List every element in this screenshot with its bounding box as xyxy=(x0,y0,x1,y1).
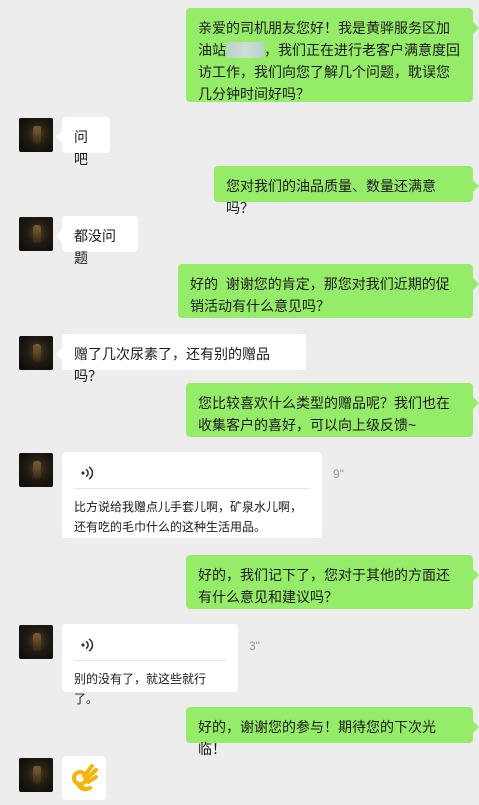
avatar[interactable] xyxy=(19,453,53,487)
avatar[interactable] xyxy=(19,625,53,659)
message-text: 问吧 xyxy=(74,129,88,167)
voice-wave-icon xyxy=(81,466,94,480)
message-text: 好的 谢谢您的肯定，那您对我们近期的促销活动有什么意见吗？ xyxy=(190,276,450,314)
voice-play-bar[interactable] xyxy=(74,462,310,489)
voice-transcript: 别的没有了，就这些就行了。 xyxy=(74,672,207,706)
message-text: 您比较喜欢什么类型的赠品呢？我们也在收集客户的喜好，可以向上级反馈~ xyxy=(198,395,450,433)
redacted-blur xyxy=(226,42,264,58)
voice-message[interactable]: 比方说给我赠点儿手套儿啊，矿泉水儿啊，还有吃的毛巾什么的这种生活用品。 xyxy=(62,452,322,538)
message-bubble-outgoing[interactable]: 好的 谢谢您的肯定，那您对我们近期的促销活动有什么意见吗？ xyxy=(178,264,479,318)
voice-duration: 3" xyxy=(249,639,260,653)
avatar[interactable] xyxy=(19,118,53,152)
voice-play-bar[interactable] xyxy=(74,634,226,661)
message-text: 好的，我们记下了，您对于其他的方面还有什么意见和建议吗？ xyxy=(198,567,450,605)
message-bubble-outgoing[interactable]: 好的，谢谢您的参与！期待您的下次光临！ xyxy=(186,707,479,757)
avatar[interactable] xyxy=(19,217,53,251)
message-bubble-outgoing[interactable]: 亲爱的司机朋友您好！我是黄骅服务区加油站 ，我们正在进行老客户满意度回访工作，我们… xyxy=(186,8,479,102)
message-bubble-incoming[interactable]: 赠了几次尿素了，还有别的赠品吗？ xyxy=(56,334,306,384)
emoji-message[interactable] xyxy=(62,756,106,800)
message-text: 您对我们的油品质量、数量还满意吗？ xyxy=(226,178,436,216)
message-bubble-outgoing[interactable]: 您比较喜欢什么类型的赠品呢？我们也在收集客户的喜好，可以向上级反馈~ xyxy=(186,383,479,437)
voice-message[interactable]: 别的没有了，就这些就行了。 xyxy=(62,624,238,706)
voice-wave-icon xyxy=(81,638,94,652)
voice-transcript: 比方说给我赠点儿手套儿啊，矿泉水儿啊，还有吃的毛巾什么的这种生活用品。 xyxy=(74,500,303,534)
message-bubble-outgoing[interactable]: 好的，我们记下了，您对于其他的方面还有什么意见和建议吗？ xyxy=(186,555,479,609)
message-bubble-incoming[interactable]: 都没问题 xyxy=(56,216,138,266)
message-text: 赠了几次尿素了，还有别的赠品吗？ xyxy=(74,346,270,384)
avatar[interactable] xyxy=(19,336,53,370)
voice-duration: 9" xyxy=(333,467,344,481)
message-text: 都没问题 xyxy=(74,228,116,266)
ok-hand-emoji-icon xyxy=(72,764,98,792)
message-bubble-incoming[interactable]: 问吧 xyxy=(56,117,110,167)
avatar[interactable] xyxy=(19,758,53,792)
message-text: 好的，谢谢您的参与！期待您的下次光临！ xyxy=(198,719,436,757)
message-bubble-outgoing[interactable]: 您对我们的油品质量、数量还满意吗？ xyxy=(214,166,479,216)
